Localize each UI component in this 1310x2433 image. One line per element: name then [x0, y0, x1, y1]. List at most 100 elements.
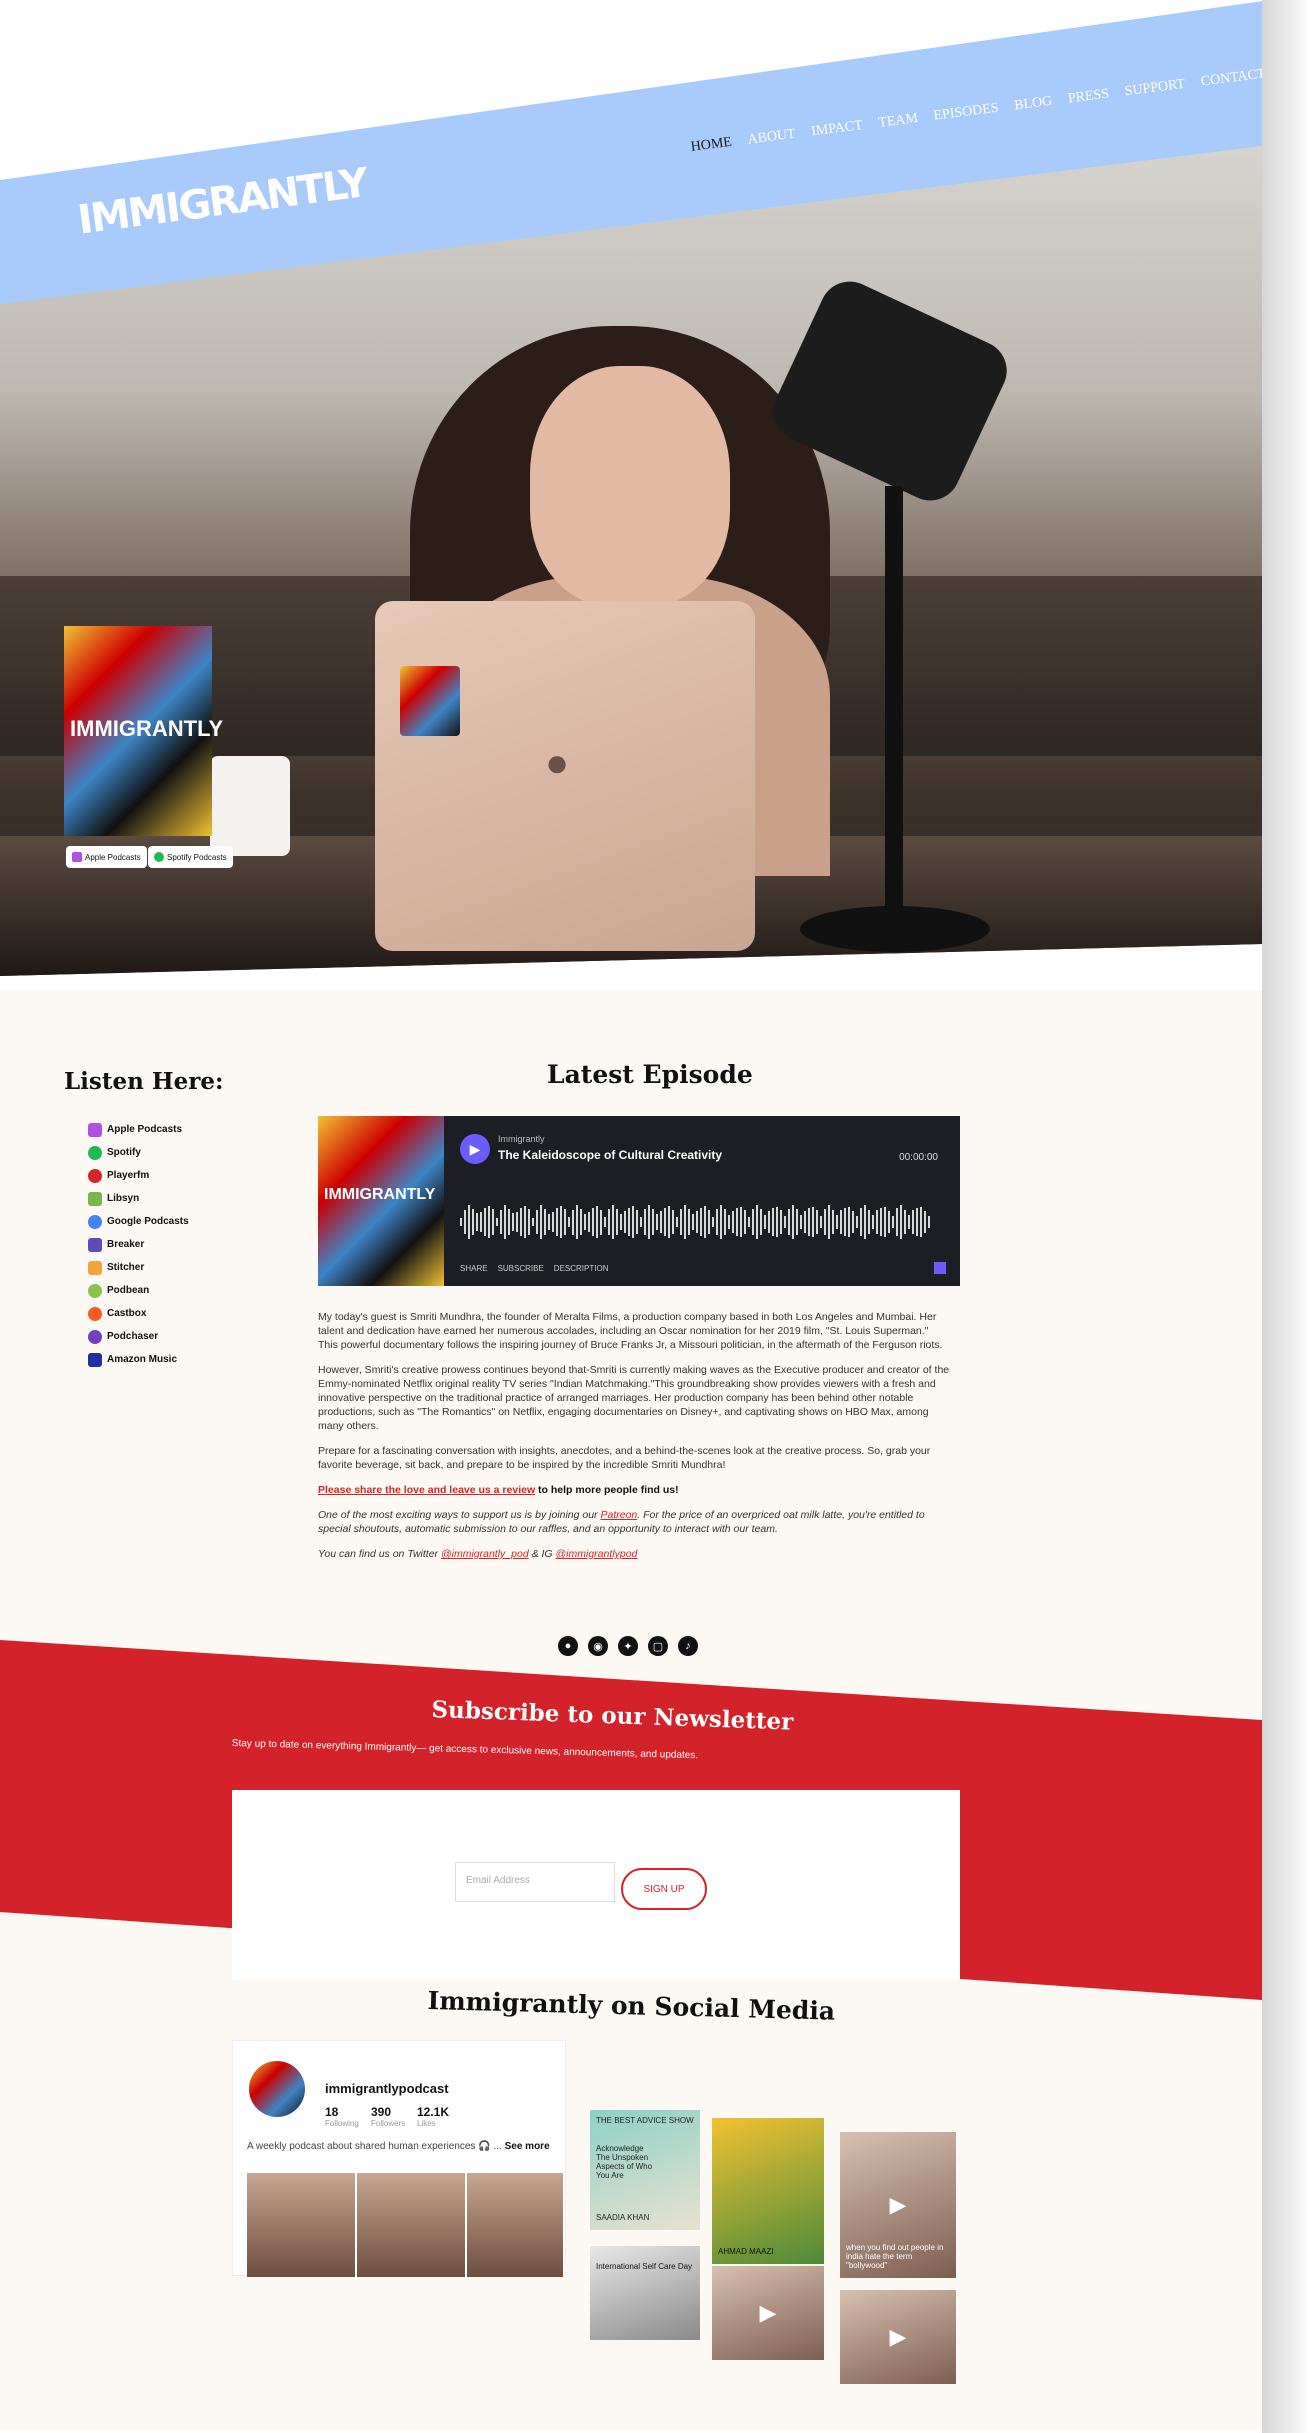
apple-podcasts-icon	[72, 852, 82, 862]
platform-label: Apple Podcasts	[107, 1124, 183, 1135]
tiktok-handle[interactable]: immigrantlypodcast	[325, 2081, 449, 2096]
tiktok-thumbnail[interactable]	[247, 2173, 355, 2277]
waveform-bar	[880, 1207, 882, 1237]
tiktok-icon[interactable]: ♪	[678, 1636, 698, 1656]
waveform-bar	[656, 1214, 658, 1230]
instagram-post[interactable]: AHMAD MAAZI	[712, 2118, 824, 2264]
platform-label: Google Podcasts	[107, 1216, 189, 1227]
instagram-post[interactable]: International Self Care Day	[590, 2246, 700, 2340]
podcast-player: IMMIGRANTLY ▶ Immigrantly The Kaleidosco…	[318, 1116, 960, 1286]
instagram-icon[interactable]: ▢	[648, 1636, 668, 1656]
podbean-icon	[88, 1283, 102, 1298]
subscribe-button[interactable]: SUBSCRIBE	[498, 1264, 544, 1273]
twitter-icon[interactable]: ✦	[618, 1636, 638, 1656]
waveform-bar	[796, 1209, 798, 1235]
waveform-bar	[516, 1211, 518, 1233]
post-caption: AHMAD MAAZI	[718, 2247, 774, 2256]
audio-waveform[interactable]	[460, 1204, 938, 1240]
waveform-bar	[588, 1211, 590, 1233]
waveform-bar	[508, 1208, 510, 1236]
episode-cover-title: IMMIGRANTLY	[324, 1186, 436, 1203]
waveform-bar	[648, 1205, 650, 1239]
tiktok-thumbnail[interactable]	[357, 2173, 465, 2277]
waveform-bar	[752, 1208, 754, 1236]
waveform-bar	[484, 1208, 486, 1236]
stat-value: 12.1K	[417, 2105, 450, 2119]
spotify-icon[interactable]: ●	[558, 1636, 578, 1656]
waveform-bar	[660, 1211, 662, 1233]
email-input[interactable]: Email Address	[455, 1862, 615, 1902]
waveform-bar	[900, 1205, 902, 1239]
waveform-bar	[844, 1207, 846, 1237]
waveform-bar	[708, 1209, 710, 1235]
stitcher-icon	[88, 1260, 102, 1275]
twitter-link[interactable]: @immigrantly_pod	[441, 1548, 529, 1560]
waveform-bar	[840, 1210, 842, 1234]
platform-google-podcasts[interactable]: Google Podcasts	[88, 1210, 189, 1233]
share-button[interactable]: SHARE	[460, 1264, 488, 1273]
waveform-bar	[724, 1209, 726, 1235]
platform-libsyn[interactable]: Libsyn	[88, 1187, 189, 1210]
player-actions: SHARE SUBSCRIBE DESCRIPTION	[460, 1264, 608, 1273]
waveform-bar	[736, 1207, 738, 1237]
waveform-bar	[716, 1208, 718, 1236]
waveform-bar	[800, 1214, 802, 1230]
platform-label: Podchaser	[107, 1331, 159, 1342]
description-button[interactable]: DESCRIPTION	[554, 1264, 609, 1273]
waveform-bar	[640, 1217, 642, 1227]
instagram-post[interactable]: ▶	[840, 2290, 956, 2384]
waveform-bar	[768, 1210, 770, 1234]
latest-episode-title: Latest Episode	[547, 1060, 753, 1089]
mic-stand	[885, 486, 903, 946]
play-icon: ▶	[889, 2192, 907, 2217]
instagram-post[interactable]: ▶	[712, 2266, 824, 2360]
waveform-bar	[540, 1205, 542, 1239]
episode-cover-art: IMMIGRANTLY	[318, 1116, 444, 1286]
waveform-bar	[776, 1206, 778, 1238]
waveform-bar	[564, 1209, 566, 1235]
instagram-post[interactable]: ▶ when you find out people in india hate…	[840, 2132, 956, 2278]
waveform-bar	[600, 1209, 602, 1235]
signup-button[interactable]: SIGN UP	[621, 1868, 707, 1910]
waveform-bar	[636, 1209, 638, 1235]
platform-playerfm[interactable]: Playerfm	[88, 1164, 189, 1187]
patreon-link[interactable]: Patreon	[600, 1509, 637, 1521]
waveform-bar	[676, 1216, 678, 1228]
platform-castbox[interactable]: Castbox	[88, 1302, 189, 1325]
breaker-icon	[88, 1237, 102, 1252]
see-more-link[interactable]: See more	[505, 2141, 550, 2152]
waveform-bar	[480, 1212, 482, 1232]
platform-breaker[interactable]: Breaker	[88, 1233, 189, 1256]
waveform-bar	[732, 1210, 734, 1234]
waveform-bar	[688, 1209, 690, 1235]
waveform-bar	[848, 1206, 850, 1238]
waveform-bar	[908, 1215, 910, 1229]
waveform-bar	[772, 1207, 774, 1237]
instagram-link[interactable]: @immigrantlypod	[556, 1548, 638, 1560]
play-button[interactable]: ▶	[460, 1134, 490, 1164]
platform-amazon-music[interactable]: Amazon Music	[88, 1348, 189, 1371]
waveform-bar	[512, 1213, 514, 1231]
waveform-bar	[924, 1210, 926, 1234]
avatar[interactable]	[249, 2061, 305, 2117]
waveform-bar	[528, 1209, 530, 1235]
player-time: 00:00:00	[899, 1152, 938, 1163]
waveform-bar	[680, 1209, 682, 1235]
waveform-bar	[460, 1218, 462, 1226]
platform-podbean[interactable]: Podbean	[88, 1279, 189, 1302]
volume-icon[interactable]	[934, 1262, 946, 1274]
podcast-icon[interactable]: ◉	[588, 1636, 608, 1656]
waveform-bar	[544, 1208, 546, 1236]
review-link[interactable]: Please share the love and leave us a rev…	[318, 1484, 535, 1496]
waveform-bar	[832, 1209, 834, 1235]
find-mid: & IG	[528, 1548, 556, 1560]
apple-logo-icon: ●	[545, 741, 570, 785]
platform-podchaser[interactable]: Podchaser	[88, 1325, 189, 1348]
stat-value: 390	[371, 2105, 392, 2119]
tiktok-thumbnail[interactable]	[467, 2173, 563, 2277]
waveform-bar	[492, 1209, 494, 1235]
platform-apple-podcasts[interactable]: Apple Podcasts	[88, 1118, 189, 1141]
platform-spotify[interactable]: Spotify	[88, 1141, 189, 1164]
instagram-post[interactable]: THE BEST ADVICE SHOW Acknowledge The Uns…	[590, 2110, 700, 2230]
platform-stitcher[interactable]: Stitcher	[88, 1256, 189, 1279]
